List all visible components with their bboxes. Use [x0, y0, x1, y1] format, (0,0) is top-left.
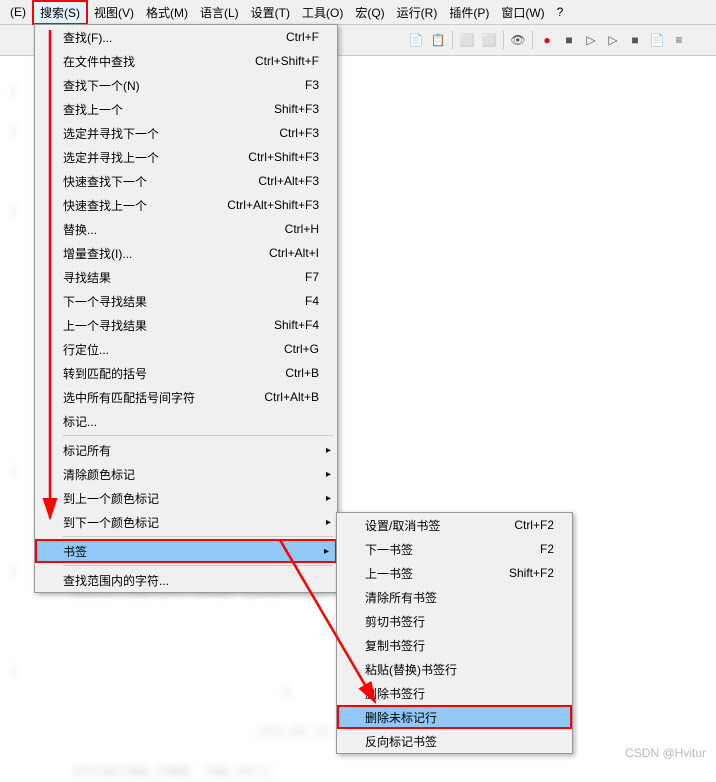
submenu-inverse-bookmark[interactable]: 反向标记书签: [337, 729, 572, 753]
fast-forward-icon[interactable]: ▷: [603, 30, 623, 50]
menu-quick-find-next[interactable]: 快速查找下一个Ctrl+Alt+F3: [35, 169, 337, 193]
menu-search-results[interactable]: 寻找结果F7: [35, 265, 337, 289]
toolbar-icon[interactable]: 📋: [428, 30, 448, 50]
menu-quick-find-prev[interactable]: 快速查找上一个Ctrl+Alt+Shift+F3: [35, 193, 337, 217]
play-icon[interactable]: ▷: [581, 30, 601, 50]
menu-select-find-prev[interactable]: 选定并寻找上一个Ctrl+Shift+F3: [35, 145, 337, 169]
stop-icon[interactable]: ■: [559, 30, 579, 50]
chevron-right-icon: ▸: [326, 469, 331, 480]
menu-separator: [63, 536, 333, 537]
menu-find[interactable]: 查找(F)...Ctrl+F: [35, 25, 337, 49]
submenu-copy-bookmarked-lines[interactable]: 复制书签行: [337, 633, 572, 657]
submenu-clear-all-bookmarks[interactable]: 清除所有书签: [337, 585, 572, 609]
menu-view[interactable]: 视图(V): [88, 2, 140, 23]
submenu-delete-unmarked-lines[interactable]: 删除未标记行: [337, 705, 572, 729]
submenu-toggle-bookmark[interactable]: 设置/取消书签Ctrl+F2: [337, 513, 572, 537]
submenu-paste-replace-bookmarked[interactable]: 粘贴(替换)书签行: [337, 657, 572, 681]
chevron-right-icon: ▸: [326, 445, 331, 456]
menu-edit[interactable]: (E): [4, 3, 32, 21]
toolbar-icon[interactable]: ⬜: [479, 30, 499, 50]
menu-bar: (E) 搜索(S) 视图(V) 格式(M) 语言(L) 设置(T) 工具(O) …: [0, 0, 716, 25]
toolbar-separator: [452, 31, 453, 49]
menu-mark-all[interactable]: 标记所有▸: [35, 438, 337, 462]
menu-clear-color-marks[interactable]: 清除颜色标记▸: [35, 462, 337, 486]
menu-mark[interactable]: 标记...: [35, 409, 337, 433]
submenu-cut-bookmarked-lines[interactable]: 剪切书签行: [337, 609, 572, 633]
bookmark-submenu: 设置/取消书签Ctrl+F2 下一书签F2 上一书签Shift+F2 清除所有书…: [336, 512, 573, 754]
toolbar-separator: [532, 31, 533, 49]
chevron-right-icon: ▸: [326, 517, 331, 528]
toolbar-separator: [503, 31, 504, 49]
menu-settings[interactable]: 设置(T): [245, 2, 296, 23]
toolbar-icon[interactable]: 📄: [647, 30, 667, 50]
record-icon[interactable]: ●: [537, 30, 557, 50]
toolbar-icon[interactable]: ≡: [669, 30, 689, 50]
menu-format[interactable]: 格式(M): [140, 2, 194, 23]
menu-goto-line[interactable]: 行定位...Ctrl+G: [35, 337, 337, 361]
menu-select-find-next[interactable]: 选定并寻找下一个Ctrl+F3: [35, 121, 337, 145]
menu-select-bracket[interactable]: 选中所有匹配括号间字符Ctrl+Alt+B: [35, 385, 337, 409]
menu-macro[interactable]: 宏(Q): [349, 2, 390, 23]
menu-window[interactable]: 窗口(W): [495, 2, 550, 23]
menu-prev-result[interactable]: 上一个寻找结果Shift+F4: [35, 313, 337, 337]
menu-next-result[interactable]: 下一个寻找结果F4: [35, 289, 337, 313]
menu-run[interactable]: 运行(R): [391, 2, 444, 23]
eye-icon[interactable]: 👁: [508, 30, 528, 50]
menu-find-prev[interactable]: 查找上一个Shift+F3: [35, 97, 337, 121]
menu-incremental-search[interactable]: 增量查找(I)...Ctrl+Alt+I: [35, 241, 337, 265]
submenu-next-bookmark[interactable]: 下一书签F2: [337, 537, 572, 561]
chevron-right-icon: ▸: [324, 546, 329, 557]
menu-plugins[interactable]: 插件(P): [443, 2, 495, 23]
menu-language[interactable]: 语言(L): [194, 2, 245, 23]
menu-goto-bracket[interactable]: 转到匹配的括号Ctrl+B: [35, 361, 337, 385]
menu-help[interactable]: ?: [551, 3, 570, 21]
menu-separator: [63, 565, 333, 566]
toolbar-icon[interactable]: 📄: [406, 30, 426, 50]
menu-next-color-mark[interactable]: 到下一个颜色标记▸: [35, 510, 337, 534]
submenu-prev-bookmark[interactable]: 上一书签Shift+F2: [337, 561, 572, 585]
chevron-right-icon: ▸: [326, 493, 331, 504]
menu-prev-color-mark[interactable]: 到上一个颜色标记▸: [35, 486, 337, 510]
menu-find-in-files[interactable]: 在文件中查找Ctrl+Shift+F: [35, 49, 337, 73]
search-dropdown-menu: 查找(F)...Ctrl+F 在文件中查找Ctrl+Shift+F 查找下一个(…: [34, 24, 338, 593]
toolbar-icon[interactable]: ■: [625, 30, 645, 50]
menu-find-chars-in-range[interactable]: 查找范围内的字符...: [35, 568, 337, 592]
menu-tools[interactable]: 工具(O): [296, 2, 349, 23]
menu-separator: [63, 435, 333, 436]
submenu-delete-bookmarked-lines[interactable]: 删除书签行: [337, 681, 572, 705]
toolbar-icon[interactable]: ⬜: [457, 30, 477, 50]
menu-replace[interactable]: 替换...Ctrl+H: [35, 217, 337, 241]
menu-bookmark[interactable]: 书签▸: [35, 539, 337, 563]
menu-find-next[interactable]: 查找下一个(N)F3: [35, 73, 337, 97]
watermark-text: CSDN @Hvitur: [625, 746, 706, 760]
menu-search[interactable]: 搜索(S): [32, 0, 88, 25]
